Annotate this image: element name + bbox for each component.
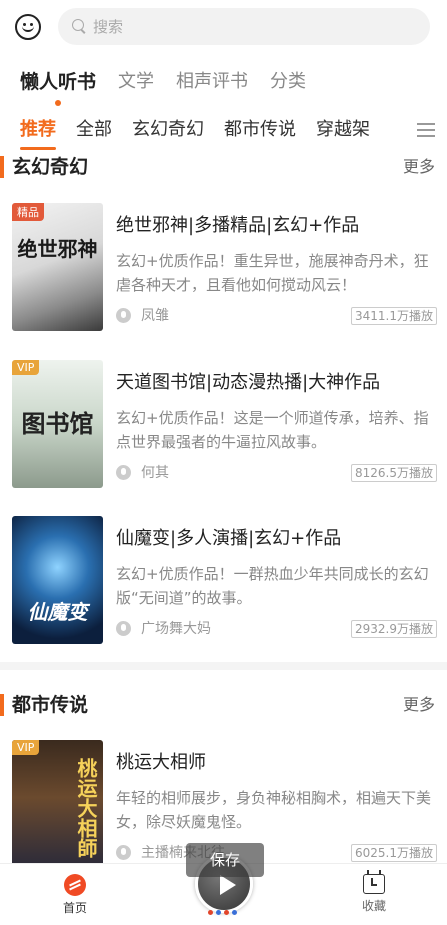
search-bar[interactable]: 搜索 <box>58 8 430 45</box>
profile-smiley-icon[interactable] <box>15 14 41 40</box>
book-title: 绝世邪神|多播精品|玄幻+作品 <box>116 215 360 236</box>
search-icon <box>72 19 87 34</box>
play-icon <box>220 875 236 895</box>
book-cover: 仙魔变 <box>12 516 103 644</box>
more-link[interactable]: 更多 <box>403 152 435 182</box>
narrator-icon <box>116 620 131 636</box>
play-count: 6025.1万播放 <box>351 844 437 862</box>
section-header: 玄幻奇幻 更多 <box>0 152 447 182</box>
tab-label: 相声评书 <box>176 71 249 92</box>
top-tabs: 懒人听书 文学 相声评书 分类 <box>0 62 447 106</box>
tab-fade <box>367 108 417 152</box>
badge-premium: 精品 <box>12 203 44 221</box>
book-item[interactable]: 仙魔变 仙魔变|多人演播|玄幻+作品 玄幻+优质作品！一群热血少年共同成长的玄幻… <box>0 516 447 648</box>
book-cover: 桃运大相師 VIP <box>12 740 103 868</box>
nav-favorites-label: 收藏 <box>361 899 386 913</box>
play-count: 3411.1万播放 <box>351 307 437 325</box>
nav-home-label: 首页 <box>62 901 87 915</box>
subtab-urban[interactable]: 都市传说 <box>224 110 296 150</box>
cover-title: 仙魔变 <box>27 600 88 624</box>
narrator-icon <box>116 464 131 480</box>
book-item[interactable]: 图书馆 VIP 天道图书馆|动态漫热播|大神作品 玄幻+优质作品！这是一个师道传… <box>0 360 447 492</box>
tab-category[interactable]: 分类 <box>270 62 306 102</box>
author-row: 何其 <box>116 462 169 482</box>
section-accent-bar <box>0 156 4 178</box>
player-dots <box>208 900 240 915</box>
tab-literature[interactable]: 文学 <box>118 62 154 102</box>
category-tabs: 推荐 全部 玄幻奇幻 都市传说 穿越架 <box>0 108 447 152</box>
book-title: 仙魔变|多人演播|玄幻+作品 <box>116 528 342 549</box>
header: 搜索 <box>0 0 447 52</box>
search-placeholder: 搜索 <box>93 18 124 36</box>
play-count: 2932.9万播放 <box>351 620 437 638</box>
badge-vip: VIP <box>12 360 40 375</box>
tab-label: 懒人听书 <box>20 71 97 93</box>
nav-favorites[interactable]: 收藏 <box>344 870 404 914</box>
book-description: 玄幻+优质作品！重生异世，施展神奇丹术，狂虐各种天才，且看他如何搅动风云！ <box>116 252 429 294</box>
section-accent-bar <box>0 694 4 716</box>
section-title: 都市传说 <box>12 694 89 716</box>
section-title: 玄幻奇幻 <box>12 156 89 178</box>
narrator-icon <box>116 307 131 323</box>
menu-icon[interactable] <box>417 123 435 137</box>
tab-crosstalk[interactable]: 相声评书 <box>176 62 248 102</box>
book-description: 年轻的相师展步，身负神秘相胸术，相遍天下美女，除尽妖魔鬼怪。 <box>116 789 432 831</box>
subtab-recommend[interactable]: 推荐 <box>20 110 56 150</box>
calendar-clock-icon <box>363 870 385 894</box>
subtab-fantasy[interactable]: 玄幻奇幻 <box>132 110 204 150</box>
narrator-icon <box>116 844 131 860</box>
tab-lanren[interactable]: 懒人听书 <box>20 62 97 106</box>
more-link[interactable]: 更多 <box>403 690 435 720</box>
book-title: 天道图书馆|动态漫热播|大神作品 <box>116 372 381 393</box>
active-dot <box>55 100 61 106</box>
badge-vip: VIP <box>12 740 40 755</box>
author-row: 凤雏 <box>116 305 169 325</box>
section-divider <box>0 662 447 670</box>
author-row: 广场舞大妈 <box>116 618 211 638</box>
cover-title: 绝世邪神 <box>17 237 98 261</box>
play-count: 8126.5万播放 <box>351 464 437 482</box>
book-title: 桃运大相师 <box>116 752 206 773</box>
book-description: 玄幻+优质作品！一群热血少年共同成长的玄幻版“无间道”的故事。 <box>116 565 429 607</box>
save-toast: 保存 <box>186 843 264 877</box>
book-cover: 图书馆 VIP <box>12 360 103 488</box>
author-name: 广场舞大妈 <box>141 621 211 637</box>
cover-title: 桃运大相師 <box>74 758 98 858</box>
tab-label: 分类 <box>270 71 307 92</box>
cover-title: 图书馆 <box>21 409 94 438</box>
subtab-timetravel[interactable]: 穿越架 <box>316 110 370 150</box>
home-icon <box>64 874 86 896</box>
section-header: 都市传说 更多 <box>0 690 447 720</box>
author-name: 何其 <box>141 465 169 481</box>
tab-label: 文学 <box>118 71 155 92</box>
author-name: 凤雏 <box>141 308 169 324</box>
nav-home[interactable]: 首页 <box>45 874 105 916</box>
book-description: 玄幻+优质作品！这是一个师道传承，培养、指点世界最强者的牛逼拉风故事。 <box>116 409 429 451</box>
book-item[interactable]: 绝世邪神 精品 绝世邪神|多播精品|玄幻+作品 玄幻+优质作品！重生异世，施展神… <box>0 203 447 335</box>
book-cover: 绝世邪神 精品 <box>12 203 103 331</box>
subtab-all[interactable]: 全部 <box>76 110 112 150</box>
